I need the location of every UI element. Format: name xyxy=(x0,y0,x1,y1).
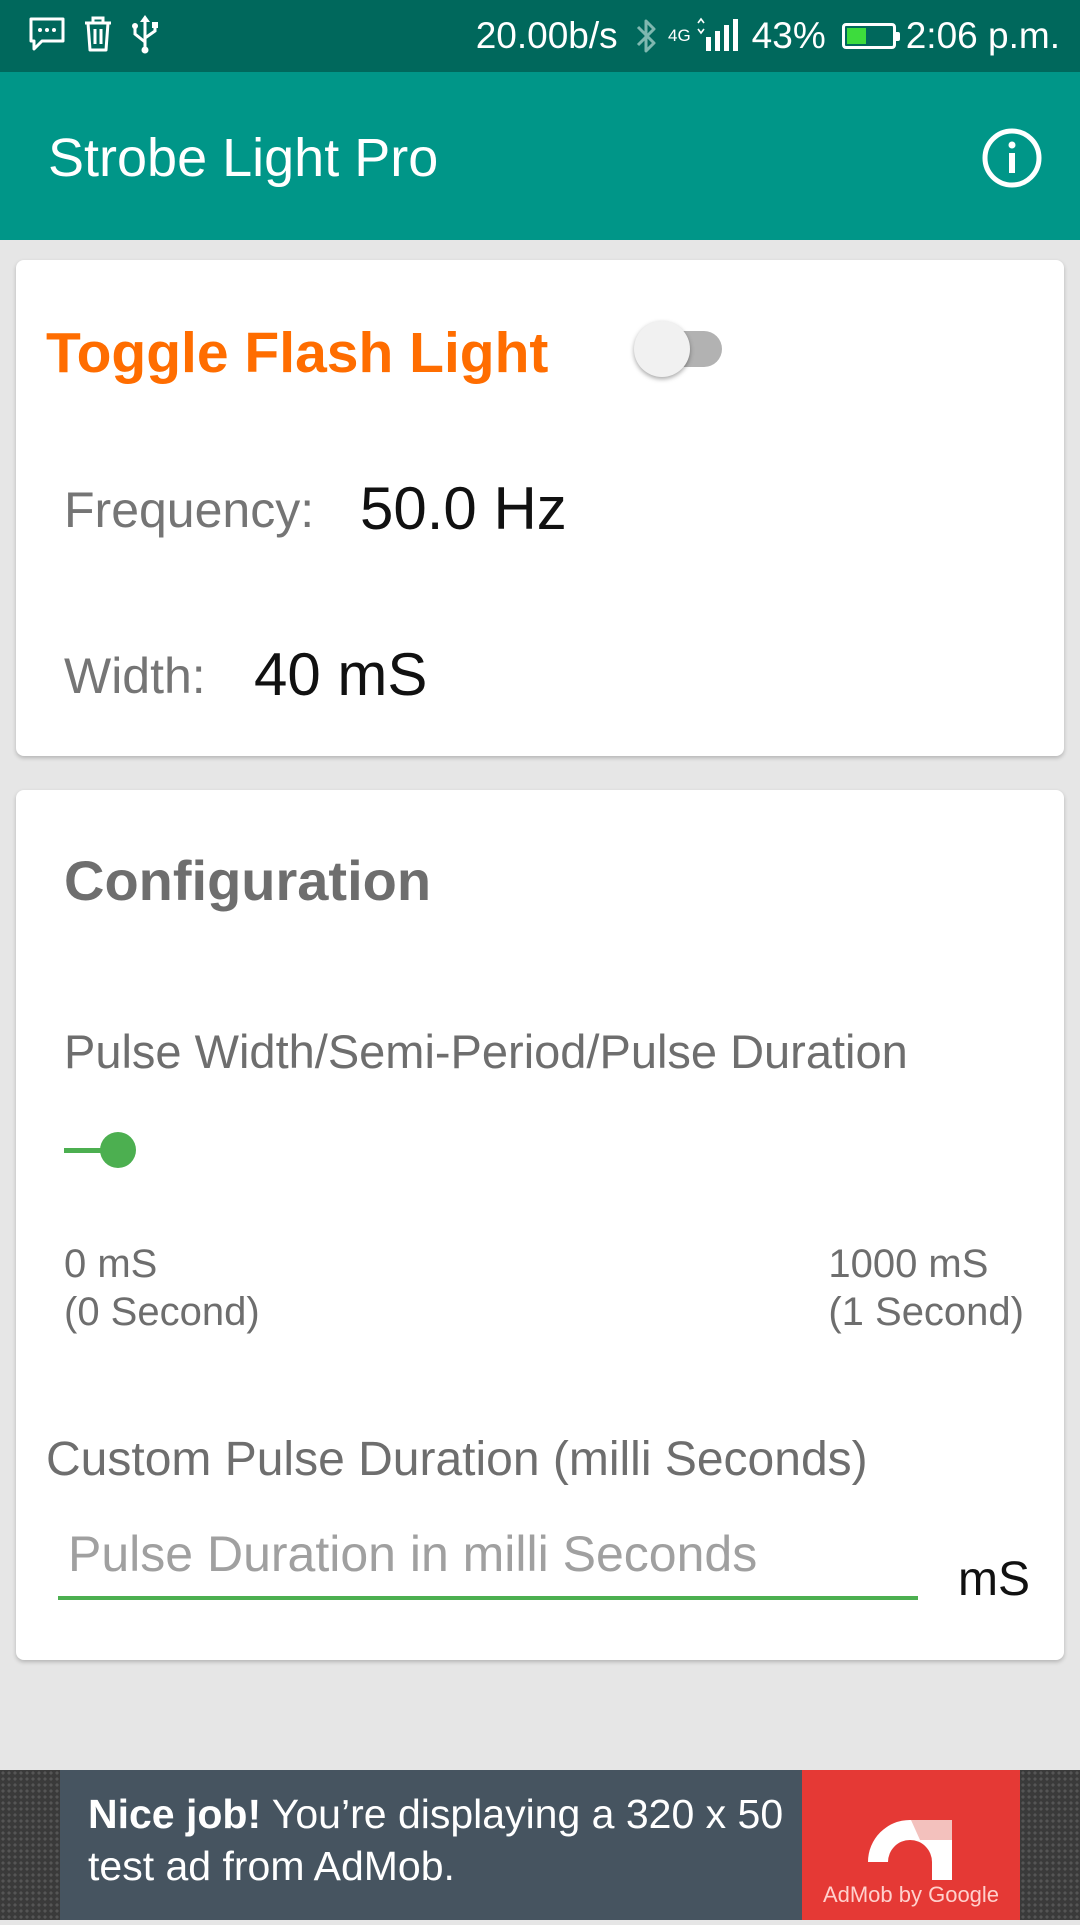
info-icon xyxy=(982,128,1042,188)
network-speed: 20.00b/s xyxy=(475,15,618,56)
status-right-group: 20.00b/s 4G 43% 2:06 p.m. xyxy=(476,12,1060,60)
flash-card: Toggle Flash Light Frequency: 50.0 Hz Wi… xyxy=(16,260,1064,756)
pulse-width-slider[interactable] xyxy=(64,1130,1024,1170)
trash-icon xyxy=(82,15,114,53)
signal-icon: 4G xyxy=(668,17,742,55)
range-max-sub: (1 Second) xyxy=(828,1290,1024,1334)
status-left-icons xyxy=(28,14,160,54)
frequency-label: Frequency: xyxy=(64,482,315,538)
network-type: 4G xyxy=(668,26,691,45)
switch-thumb xyxy=(634,321,690,377)
clock: 2:06 p.m. xyxy=(905,15,1060,56)
battery-percent: 43% xyxy=(751,15,826,56)
bluetooth-icon xyxy=(634,17,658,55)
toggle-flash-label: Toggle Flash Light xyxy=(46,321,549,385)
usb-icon xyxy=(130,14,160,54)
unit-label: mS xyxy=(958,1553,1030,1606)
ad-content[interactable]: Nice job! You’re displaying a 320 x 50 t… xyxy=(60,1770,1020,1920)
info-button[interactable] xyxy=(980,126,1044,190)
pulse-width-label: Pulse Width/Semi-Period/Pulse Duration xyxy=(64,1025,908,1078)
battery-icon xyxy=(841,23,900,49)
app-bar: Strobe Light Pro xyxy=(0,72,1080,240)
range-max-label: 1000 mS xyxy=(828,1242,989,1286)
frequency-value: 50.0 Hz xyxy=(360,475,567,542)
slider-fill xyxy=(64,1148,103,1153)
admob-logo: AdMob by Google xyxy=(802,1770,1020,1920)
flash-toggle-switch[interactable] xyxy=(624,315,736,379)
range-min-sub: (0 Second) xyxy=(64,1290,260,1334)
pulse-duration-input[interactable] xyxy=(58,1520,918,1600)
app-title: Strobe Light Pro xyxy=(48,128,439,188)
width-label: Width: xyxy=(64,648,206,704)
configuration-card: Configuration Pulse Width/Semi-Period/Pu… xyxy=(16,790,1064,1660)
battery-fill xyxy=(846,28,866,44)
ad-text: Nice job! You’re displaying a 320 x 50 t… xyxy=(88,1788,828,1892)
message-icon xyxy=(28,16,66,52)
configuration-title: Configuration xyxy=(64,849,432,912)
range-max: 1000 mS (1 Second) xyxy=(828,1240,1024,1336)
ad-banner[interactable]: Nice job! You’re displaying a 320 x 50 t… xyxy=(0,1770,1080,1920)
ad-headline: Nice job! xyxy=(88,1791,262,1837)
admob-caption: AdMob by Google xyxy=(822,1882,1000,1907)
width-value: 40 mS xyxy=(254,641,428,708)
slider-thumb[interactable] xyxy=(100,1132,137,1168)
range-min-label: 0 mS xyxy=(64,1242,158,1286)
status-bar: 20.00b/s 4G 43% 2:06 p.m. xyxy=(0,0,1080,72)
custom-duration-label: Custom Pulse Duration (milli Seconds) xyxy=(46,1433,868,1486)
range-min: 0 mS (0 Second) xyxy=(64,1240,260,1336)
